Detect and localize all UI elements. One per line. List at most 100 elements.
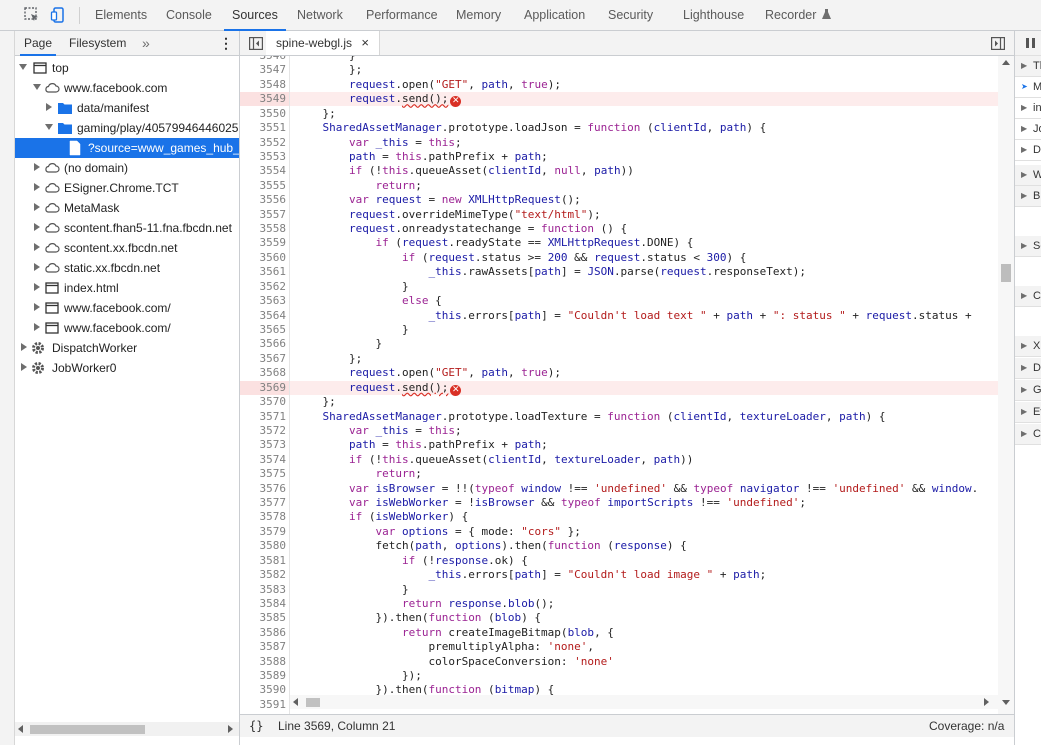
device-toolbar-icon[interactable]	[50, 6, 68, 24]
line-number[interactable]: 3576	[240, 482, 287, 496]
tab-console[interactable]: Console	[166, 0, 212, 30]
line-number[interactable]: 3565	[240, 323, 287, 337]
tree-item-domain[interactable]: (no domain)	[15, 158, 239, 178]
expand-arrow-icon[interactable]	[33, 84, 41, 90]
line-number[interactable]: 3557	[240, 208, 287, 222]
collapse-arrow-icon[interactable]	[34, 243, 40, 251]
line-number[interactable]: 3579	[240, 525, 287, 539]
line-number[interactable]: 3556	[240, 193, 287, 207]
expand-arrow-icon[interactable]	[45, 124, 53, 130]
collapse-arrow-icon[interactable]	[46, 103, 52, 111]
code-line[interactable]: if (request.status >= 200 && request.sta…	[296, 251, 746, 265]
code-line[interactable]: };	[296, 352, 362, 366]
debugger-section-row[interactable]: ▶Ca	[1015, 286, 1041, 307]
collapse-arrow-icon[interactable]	[34, 183, 40, 191]
tree-item-domain[interactable]: scontent.xx.fbcdn.net	[15, 238, 239, 258]
navigator-tab-page[interactable]: Page	[19, 31, 57, 56]
collapse-arrow-icon[interactable]	[34, 303, 40, 311]
code-line[interactable]: _this.rawAssets[path] = JSON.parse(reque…	[296, 265, 806, 279]
code-line[interactable]: }	[296, 583, 409, 597]
code-line[interactable]: }).then(function (blob) {	[296, 611, 541, 625]
line-number[interactable]: 3553	[240, 150, 287, 164]
code-line[interactable]: };	[296, 63, 362, 77]
tree-item-frame[interactable]: www.facebook.com/	[15, 318, 239, 338]
code-line[interactable]: return response.blob();	[296, 597, 554, 611]
collapse-arrow-icon[interactable]	[34, 263, 40, 271]
debugger-section-row[interactable]: ▶Th	[1015, 56, 1041, 77]
line-number[interactable]: 3585	[240, 611, 287, 625]
collapse-arrow-icon[interactable]	[34, 323, 40, 331]
tree-item-frame[interactable]: index.html	[15, 278, 239, 298]
code-line[interactable]: var request = new XMLHttpRequest();	[296, 193, 581, 207]
code-line[interactable]: if (!this.queueAsset(clientId, textureLo…	[296, 453, 693, 467]
debugger-section-row[interactable]: ▶W	[1015, 165, 1041, 186]
code-line[interactable]: }	[296, 323, 409, 337]
line-number[interactable]: 3555	[240, 179, 287, 193]
collapse-arrow-icon[interactable]	[34, 283, 40, 291]
line-number[interactable]: 3580	[240, 539, 287, 553]
code-line[interactable]: _this.errors[path] = "Couldn't load text…	[296, 309, 971, 323]
line-number[interactable]: 3558	[240, 222, 287, 236]
tab-recorder[interactable]: Recorder	[765, 0, 831, 30]
debugger-section-row[interactable]: ▶Br	[1015, 186, 1041, 207]
code-line[interactable]: path = this.pathPrefix + path;	[296, 438, 548, 452]
line-number[interactable]: 3575	[240, 467, 287, 481]
line-number[interactable]: 3591	[240, 698, 287, 712]
collapse-arrow-icon[interactable]	[34, 163, 40, 171]
collapse-arrow-icon[interactable]	[34, 203, 40, 211]
line-number[interactable]: 3551	[240, 121, 287, 135]
debugger-section-row[interactable]: ▶Ev	[1015, 402, 1041, 423]
scrollbar-thumb[interactable]	[1001, 264, 1011, 282]
code-line[interactable]: request.open("GET", path, true);	[296, 366, 561, 380]
editor-vertical-scrollbar[interactable]	[998, 56, 1014, 727]
toggle-navigator-icon[interactable]	[249, 37, 263, 50]
tree-item-extension[interactable]: MetaMask	[15, 198, 239, 218]
line-number[interactable]: 3572	[240, 424, 287, 438]
line-number[interactable]: 3547	[240, 63, 287, 77]
line-number[interactable]: 3554	[240, 164, 287, 178]
line-number[interactable]: 3574	[240, 453, 287, 467]
line-number[interactable]: 3584	[240, 597, 287, 611]
debugger-section-row[interactable]: ▶XH	[1015, 336, 1041, 357]
code-line[interactable]: if (!response.ok) {	[296, 554, 528, 568]
line-number[interactable]: 3586	[240, 626, 287, 640]
code-line[interactable]: var isBrowser = !!(typeof window !== 'un…	[296, 482, 978, 496]
tree-item-domain[interactable]: static.xx.fbcdn.net	[15, 258, 239, 278]
line-number[interactable]: 3569	[240, 381, 287, 395]
line-number[interactable]: 3548	[240, 78, 287, 92]
tab-application[interactable]: Application	[524, 0, 585, 30]
toggle-debugger-icon[interactable]	[991, 37, 1005, 50]
line-number[interactable]: 3573	[240, 438, 287, 452]
error-icon[interactable]: ✕	[450, 384, 462, 396]
navigator-tab-filesystem[interactable]: Filesystem	[69, 31, 126, 55]
code-line[interactable]: }	[296, 280, 409, 294]
tree-item-worker[interactable]: JobWorker0	[15, 358, 239, 378]
debugger-section-row[interactable]: ▶ D	[1015, 358, 1041, 379]
debugger-section-row[interactable]: ➤M	[1015, 77, 1041, 98]
debugger-section-row[interactable]: ▶ in	[1015, 98, 1041, 119]
scroll-right-icon[interactable]	[228, 725, 234, 733]
scroll-down-icon[interactable]	[1002, 700, 1010, 706]
scroll-up-icon[interactable]	[1002, 60, 1010, 66]
tab-security[interactable]: Security	[608, 0, 653, 30]
line-number[interactable]: 3590	[240, 683, 287, 697]
code-line[interactable]: var _this = this;	[296, 424, 462, 438]
code-line[interactable]: colorSpaceConversion: 'none'	[296, 655, 613, 669]
code-line[interactable]: path = this.pathPrefix + path;	[296, 150, 548, 164]
debugger-section-row[interactable]: ▶ G	[1015, 380, 1041, 401]
code-line[interactable]: if (isWebWorker) {	[296, 510, 468, 524]
tab-memory[interactable]: Memory	[456, 0, 501, 30]
scrollbar-thumb[interactable]	[30, 725, 145, 734]
code-line[interactable]: premultiplyAlpha: 'none',	[296, 640, 594, 654]
line-number[interactable]: 3570	[240, 395, 287, 409]
code-line[interactable]: fetch(path, options).then(function (resp…	[296, 539, 686, 553]
code-line[interactable]: return;	[296, 467, 421, 481]
tree-item-file-selected[interactable]: ?source=www_games_hub_redirect	[15, 138, 239, 158]
code-line[interactable]: request.overrideMimeType("text/html");	[296, 208, 601, 222]
tree-item-domain[interactable]: www.facebook.com	[15, 78, 239, 98]
code-line[interactable]: var isWebWorker = !isBrowser && typeof i…	[296, 496, 806, 510]
code-line[interactable]: request.onreadystatechange = function ()…	[296, 222, 627, 236]
tab-lighthouse[interactable]: Lighthouse	[683, 0, 744, 30]
code-line[interactable]: return;	[296, 179, 421, 193]
code-line[interactable]: };	[296, 395, 335, 409]
